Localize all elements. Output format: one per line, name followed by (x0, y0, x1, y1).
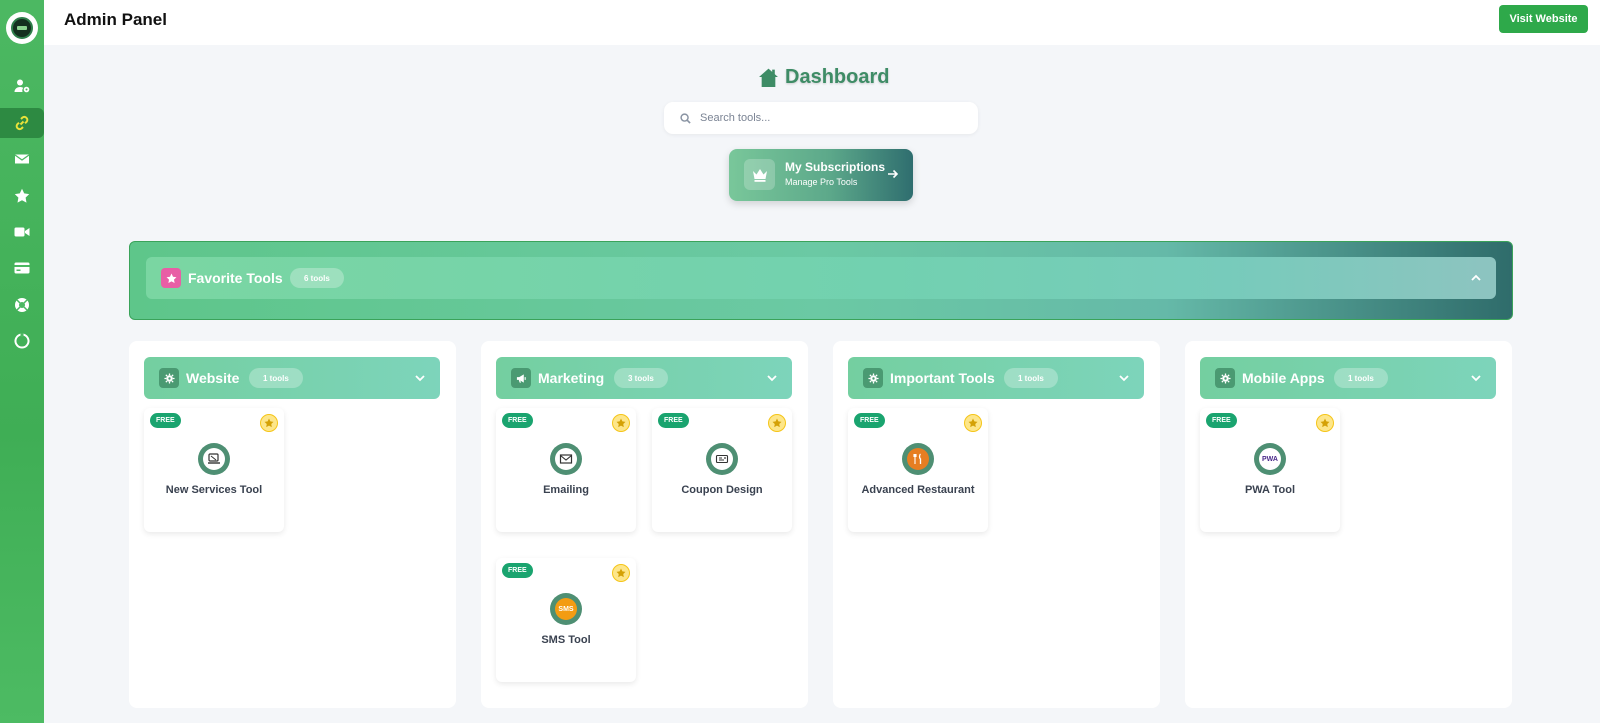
category-header[interactable]: Mobile Apps 1 tools (1200, 357, 1496, 399)
gear-icon (1215, 368, 1235, 388)
lifebuoy-icon[interactable] (0, 290, 44, 320)
favorite-star-icon[interactable] (964, 414, 982, 432)
envelope-icon (550, 443, 582, 475)
category-count: 1 tools (1004, 368, 1058, 388)
pwa-icon: PWA (1254, 443, 1286, 475)
top-bar: Admin Panel Visit Website (44, 0, 1600, 45)
category-important-tools: Important Tools 1 tools FREE Advanced Re… (833, 341, 1160, 708)
category-mobile-apps: Mobile Apps 1 tools FREE PWA PWA Tool (1185, 341, 1512, 708)
tool-name: PWA Tool (1244, 484, 1296, 496)
envelope-icon[interactable] (0, 144, 44, 174)
free-badge: FREE (502, 413, 533, 428)
category-header[interactable]: Website 1 tools (144, 357, 440, 399)
subscriptions-subtitle: Manage Pro Tools (785, 177, 858, 187)
favorite-star-icon[interactable] (768, 414, 786, 432)
user-gear-icon[interactable] (0, 71, 44, 101)
favorite-star-icon[interactable] (260, 414, 278, 432)
category-title: Website (186, 370, 240, 386)
dashboard-title: Dashboard (785, 66, 890, 88)
category-title: Marketing (538, 370, 605, 386)
favorite-star-icon[interactable] (1316, 414, 1334, 432)
category-header[interactable]: Important Tools 1 tools (848, 357, 1144, 399)
category-count: 1 tools (249, 368, 303, 388)
favorite-tools-header[interactable]: Favorite Tools 6 tools (146, 257, 1496, 299)
tool-name: SMS Tool (541, 634, 591, 646)
megaphone-icon (511, 368, 531, 388)
category-title: Mobile Apps (1242, 370, 1325, 386)
tool-card-sms-tool[interactable]: FREE SMS SMS Tool (496, 558, 636, 682)
free-badge: FREE (150, 413, 181, 428)
credit-card-icon[interactable] (0, 253, 44, 283)
favorite-star-icon[interactable] (612, 564, 630, 582)
chevron-up-icon[interactable] (1470, 272, 1482, 284)
category-count: 1 tools (1334, 368, 1388, 388)
favorite-tools-title: Favorite Tools (188, 270, 283, 286)
visit-website-button[interactable]: Visit Website (1499, 5, 1588, 33)
coupon-icon (706, 443, 738, 475)
power-icon[interactable] (0, 326, 44, 356)
free-badge: FREE (1206, 413, 1237, 428)
video-icon[interactable] (0, 217, 44, 247)
services-icon (198, 443, 230, 475)
home-icon (759, 68, 778, 87)
my-subscriptions-button[interactable]: My Subscriptions Manage Pro Tools (729, 149, 913, 201)
free-badge: FREE (658, 413, 689, 428)
category-website: Website 1 tools FREE New Services Tool (129, 341, 456, 708)
chevron-down-icon[interactable] (766, 372, 778, 384)
free-badge: FREE (502, 563, 533, 578)
tool-card-new-services[interactable]: FREE New Services Tool (144, 408, 284, 532)
page-title: Admin Panel (64, 10, 167, 29)
crown-icon (744, 159, 775, 190)
gear-icon (159, 368, 179, 388)
tool-card-emailing[interactable]: FREE Emailing (496, 408, 636, 532)
star-icon[interactable] (0, 181, 44, 211)
sidebar (0, 0, 44, 723)
sms-icon: SMS (550, 593, 582, 625)
chevron-down-icon[interactable] (414, 372, 426, 384)
restaurant-icon (902, 443, 934, 475)
subscriptions-title: My Subscriptions (785, 160, 886, 174)
chevron-down-icon[interactable] (1118, 372, 1130, 384)
arrow-right-icon (888, 169, 899, 179)
free-badge: FREE (854, 413, 885, 428)
link-icon[interactable] (0, 108, 44, 138)
dashboard-heading: Dashboard (758, 66, 889, 89)
star-icon (161, 268, 181, 288)
tool-name: Advanced Restaurant (861, 484, 975, 496)
logo-mark (11, 17, 33, 39)
tool-card-advanced-restaurant[interactable]: FREE Advanced Restaurant (848, 408, 988, 532)
chevron-down-icon[interactable] (1470, 372, 1482, 384)
tool-name: Coupon Design (681, 484, 763, 496)
sms-icon-text: SMS (558, 605, 574, 613)
app-logo[interactable] (6, 12, 38, 44)
favorite-tools-count: 6 tools (290, 268, 344, 288)
tool-name: New Services Tool (165, 484, 263, 496)
favorite-tools-section: Favorite Tools 6 tools (129, 241, 1513, 320)
search-box[interactable] (664, 102, 978, 134)
pwa-icon-text: PWA (1262, 455, 1278, 463)
search-input[interactable] (700, 112, 960, 124)
category-title: Important Tools (890, 370, 995, 386)
gear-icon (863, 368, 883, 388)
favorite-star-icon[interactable] (612, 414, 630, 432)
tool-name: Emailing (543, 484, 589, 496)
category-count: 3 tools (614, 368, 668, 388)
category-marketing: Marketing 3 tools FREE Emailing FREE Cou… (481, 341, 808, 708)
tool-card-pwa-tool[interactable]: FREE PWA PWA Tool (1200, 408, 1340, 532)
search-icon (680, 112, 691, 124)
category-header[interactable]: Marketing 3 tools (496, 357, 792, 399)
tool-card-coupon-design[interactable]: FREE Coupon Design (652, 408, 792, 532)
